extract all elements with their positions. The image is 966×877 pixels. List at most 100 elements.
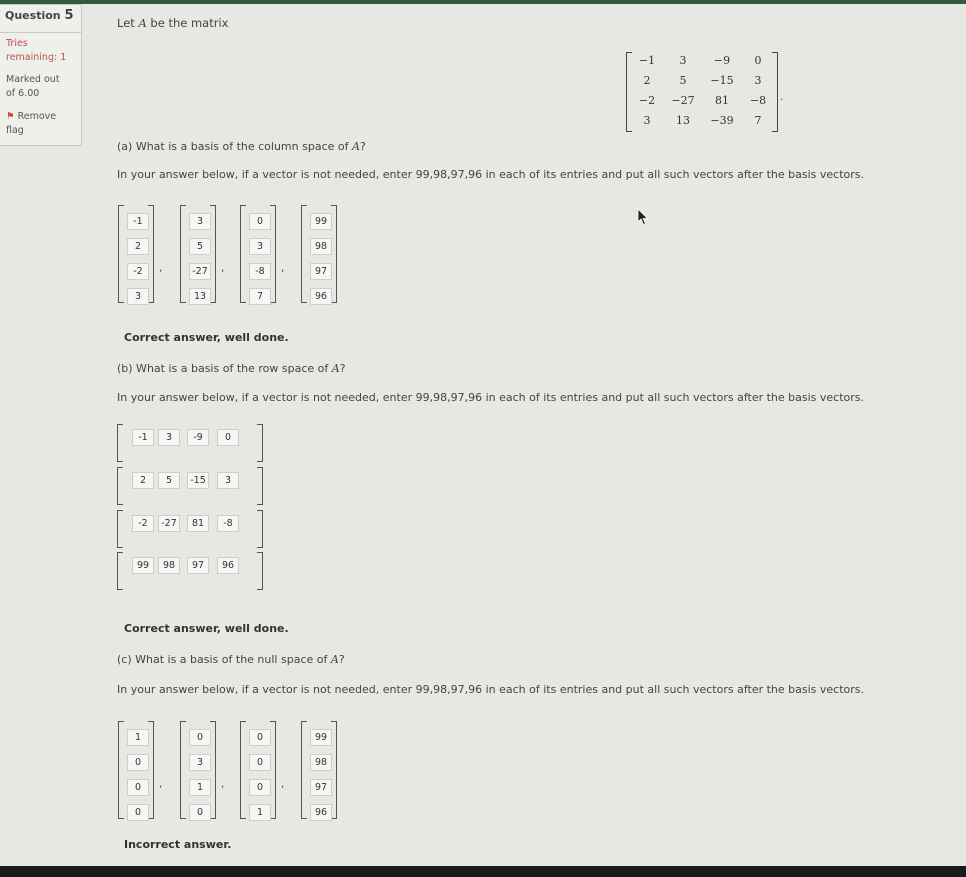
vector-entry-input[interactable]: 0 (127, 754, 149, 771)
tries-remaining: Tries remaining: 1 (6, 37, 66, 65)
right-bracket (257, 424, 263, 462)
matrix-a-cell: 81 (715, 94, 729, 107)
left-bracket (118, 721, 124, 819)
vector-entry-input[interactable]: -27 (158, 515, 180, 532)
vector-entry-input[interactable]: -15 (187, 472, 209, 489)
left-bracket (117, 510, 123, 548)
vector-entry-input[interactable]: 0 (189, 804, 211, 821)
vector-entry-input[interactable]: 1 (189, 779, 211, 796)
vector-entry-input[interactable]: 3 (158, 429, 180, 446)
left-bracket (240, 721, 246, 819)
vector-entry-input[interactable]: 7 (249, 288, 271, 305)
vector-entry-input[interactable]: 13 (189, 288, 211, 305)
part-b-feedback: Correct answer, well done. (124, 622, 289, 635)
part-c-feedback: Incorrect answer. (124, 838, 232, 851)
vector-entry-input[interactable]: 99 (310, 213, 332, 230)
left-bracket (117, 424, 123, 462)
tries-line2: remaining: 1 (6, 52, 67, 63)
part-c-var: A (330, 653, 339, 666)
matrix-a-cell: 3 (754, 74, 762, 87)
vector-entry-input[interactable]: 2 (132, 472, 154, 489)
vector-entry-input[interactable]: 3 (189, 213, 211, 230)
vector-entry-input[interactable]: 0 (249, 729, 271, 746)
marked-line1: Marked out (6, 74, 60, 85)
vector-entry-input[interactable]: 81 (187, 515, 209, 532)
left-bracket (180, 205, 186, 303)
vector-entry-input[interactable]: -27 (189, 263, 211, 280)
comma-separator: , (281, 779, 285, 790)
vector-entry-input[interactable]: 98 (158, 557, 180, 574)
vector-entry-input[interactable]: 3 (189, 754, 211, 771)
vector-entry-input[interactable]: 97 (310, 263, 332, 280)
vector-entry-input[interactable]: -1 (127, 213, 149, 230)
vector-entry-input[interactable]: -8 (217, 515, 239, 532)
answer-vector: 99 98 97 96 (301, 205, 337, 305)
vector-entry-input[interactable]: 3 (217, 472, 239, 489)
vector-entry-input[interactable]: 0 (249, 754, 271, 771)
marked-line2: of 6.00 (6, 88, 40, 99)
intro-prefix: Let (117, 16, 135, 30)
part-b-question: (b) What is a basis of the row space of … (117, 362, 346, 375)
vector-entry-input[interactable]: 96 (310, 288, 332, 305)
vector-entry-input[interactable]: 98 (310, 754, 332, 771)
vector-entry-input[interactable]: -8 (249, 263, 271, 280)
vector-entry-input[interactable]: 0 (249, 213, 271, 230)
vector-entry-input[interactable]: -9 (187, 429, 209, 446)
matrix-a-cell: 7 (754, 114, 762, 127)
vector-entry-input[interactable]: 3 (127, 288, 149, 305)
matrix-a-cell: −1 (638, 54, 656, 67)
vector-entry-input[interactable]: 0 (127, 804, 149, 821)
vector-entry-input[interactable]: 0 (189, 729, 211, 746)
divider (0, 32, 82, 33)
vector-entry-input[interactable]: 3 (249, 238, 271, 255)
left-bracket (117, 552, 123, 590)
vector-entry-input[interactable]: 0 (249, 779, 271, 796)
part-b-question-text: (b) What is a basis of the row space of (117, 362, 329, 375)
matrix-a-cell: 13 (676, 114, 690, 127)
tries-line1: Tries (6, 38, 28, 49)
vector-entry-input[interactable]: 5 (158, 472, 180, 489)
comma-separator: , (159, 779, 163, 790)
vector-entry-input[interactable]: 0 (127, 779, 149, 796)
part-c-instruction: In your answer below, if a vector is not… (117, 683, 865, 696)
comma-separator: , (159, 263, 163, 274)
flag-label-2: flag (6, 125, 24, 136)
left-bracket (117, 467, 123, 505)
vector-entry-input[interactable]: 99 (132, 557, 154, 574)
left-bracket (301, 205, 307, 303)
answer-vector: 0 3 -8 7 (240, 205, 276, 305)
vector-entry-input[interactable]: 97 (310, 779, 332, 796)
vector-entry-input[interactable]: 1 (127, 729, 149, 746)
left-bracket (180, 721, 186, 819)
matrix-a-cell: −8 (749, 94, 767, 107)
intro-suffix: be the matrix (150, 16, 229, 30)
part-a-qmark: ? (359, 140, 366, 153)
matrix-period: . (780, 92, 784, 103)
vector-entry-input[interactable]: -1 (132, 429, 154, 446)
marks-info: Marked out of 6.00 (6, 73, 60, 101)
answer-row-vector: -2 -27 81 -8 (117, 510, 263, 548)
matrix-a-cell: −2 (638, 94, 656, 107)
mouse-cursor-icon (637, 208, 649, 226)
vector-entry-input[interactable]: 5 (189, 238, 211, 255)
matrix-a-cell: 3 (679, 54, 687, 67)
answer-row-vector: -1 3 -9 0 (117, 424, 263, 462)
comma-separator: , (281, 263, 285, 274)
vector-entry-input[interactable]: 98 (310, 238, 332, 255)
vector-entry-input[interactable]: 99 (310, 729, 332, 746)
answer-vector: 1 0 0 0 (118, 721, 154, 821)
comma-separator: , (221, 779, 225, 790)
vector-entry-input[interactable]: 96 (217, 557, 239, 574)
vector-entry-input[interactable]: -2 (127, 263, 149, 280)
flag-label: Remove (17, 111, 57, 122)
part-c-question: (c) What is a basis of the null space of… (117, 653, 345, 666)
vector-entry-input[interactable]: 96 (310, 804, 332, 821)
vector-entry-input[interactable]: 1 (249, 804, 271, 821)
vector-entry-input[interactable]: -2 (132, 515, 154, 532)
vector-entry-input[interactable]: 97 (187, 557, 209, 574)
part-c-qmark: ? (338, 653, 345, 666)
part-a-question-text: (a) What is a basis of the column space … (117, 140, 349, 153)
remove-flag-link[interactable]: ⚑ Remove flag (6, 110, 56, 138)
vector-entry-input[interactable]: 0 (217, 429, 239, 446)
vector-entry-input[interactable]: 2 (127, 238, 149, 255)
